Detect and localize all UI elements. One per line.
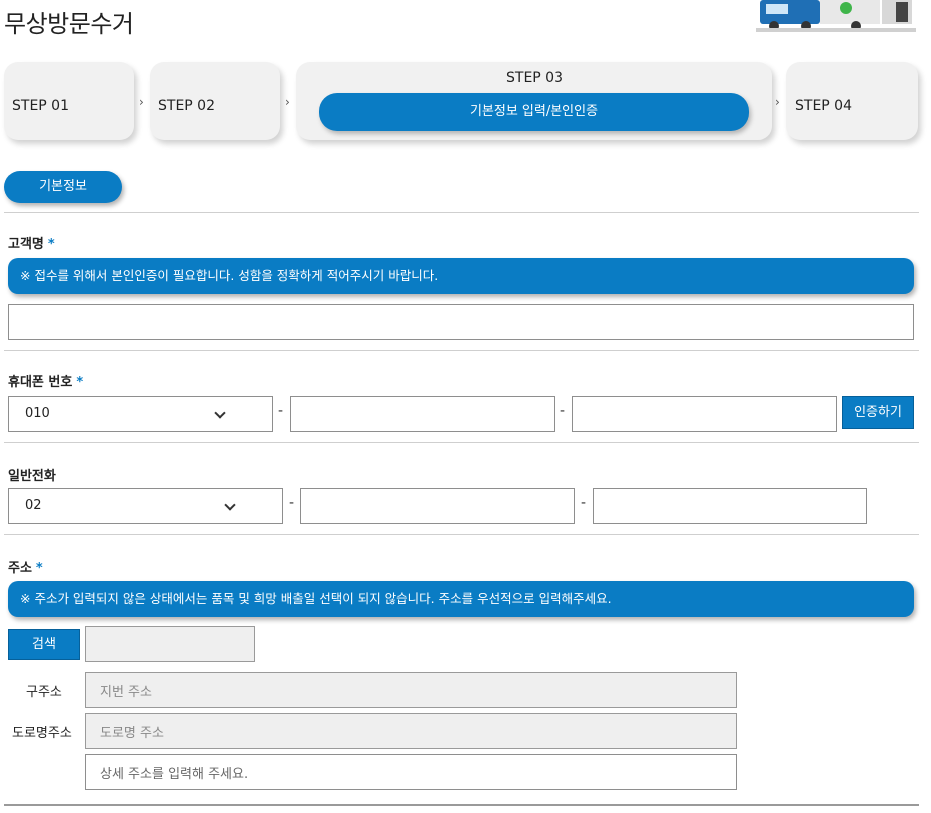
step-arrow-icon: › xyxy=(775,95,780,109)
page-title: 무상방문수거 xyxy=(4,10,134,38)
road-address-input[interactable]: 도로명 주소 xyxy=(85,713,737,749)
step-3-active: STEP 03 기본정보 입력/본인인증 xyxy=(296,62,772,140)
address-label-text: 주소 xyxy=(8,561,32,576)
detail-address-input[interactable]: 상세 주소를 입력해 주세요. xyxy=(85,754,737,790)
mobile-label-text: 휴대폰 번호 xyxy=(8,375,73,390)
required-mark: * xyxy=(35,561,43,576)
customer-name-label: 고객명 * xyxy=(8,233,55,252)
step-4-label: STEP 04 xyxy=(795,98,852,114)
customer-name-label-text: 고객명 xyxy=(8,237,44,252)
mobile-prefix-select[interactable]: 010 xyxy=(8,396,273,432)
required-mark: * xyxy=(47,237,55,252)
dash-separator: - xyxy=(278,403,284,419)
divider xyxy=(4,442,919,443)
required-mark: * xyxy=(76,375,84,390)
divider xyxy=(4,212,919,213)
phone-middle-input[interactable] xyxy=(300,488,575,524)
chevron-down-icon xyxy=(224,499,236,511)
divider xyxy=(4,350,919,351)
dash-separator: - xyxy=(289,495,295,511)
step-arrow-icon: › xyxy=(139,95,144,109)
dash-separator: - xyxy=(581,495,587,511)
old-address-input[interactable]: 지번 주소 xyxy=(85,672,737,708)
step-1-label: STEP 01 xyxy=(12,98,69,114)
mobile-middle-input[interactable] xyxy=(290,396,555,432)
divider xyxy=(4,534,919,535)
customer-notice: ※ 접수를 위해서 본인인증이 필요합니다. 성함을 정확하게 적어주시기 바랍… xyxy=(8,258,914,294)
step-4: STEP 04 xyxy=(786,62,918,140)
address-notice: ※ 주소가 입력되지 않은 상태에서는 품목 및 희망 배출일 선택이 되지 않… xyxy=(8,581,914,617)
mobile-label: 휴대폰 번호 * xyxy=(8,371,83,390)
customer-name-input[interactable] xyxy=(8,304,914,340)
truck-illustration xyxy=(756,0,916,32)
address-search-button[interactable]: 검색 xyxy=(8,629,80,660)
phone-last-input[interactable] xyxy=(593,488,867,524)
step-3-subtitle: 기본정보 입력/본인인증 xyxy=(319,93,749,131)
road-address-label: 도로명주소 xyxy=(12,726,72,741)
step-arrow-icon: › xyxy=(285,95,290,109)
postal-code-input[interactable] xyxy=(85,626,255,662)
step-2-label: STEP 02 xyxy=(158,98,215,114)
mobile-prefix-value: 010 xyxy=(25,406,50,421)
divider xyxy=(4,804,919,806)
phone-label: 일반전화 xyxy=(8,465,56,484)
step-2: STEP 02 xyxy=(150,62,280,140)
old-address-label: 구주소 xyxy=(26,685,62,700)
chevron-down-icon xyxy=(214,407,226,419)
phone-prefix-value: 02 xyxy=(25,498,42,513)
step-3-label: STEP 03 xyxy=(506,70,563,86)
phone-prefix-select[interactable]: 02 xyxy=(8,488,283,524)
phone-label-text: 일반전화 xyxy=(8,469,56,484)
dash-separator: - xyxy=(560,403,566,419)
mobile-last-input[interactable] xyxy=(572,396,837,432)
verify-button[interactable]: 인증하기 xyxy=(842,396,914,429)
section-basic-info: 기본정보 xyxy=(4,171,122,203)
step-1: STEP 01 xyxy=(4,62,134,140)
address-label: 주소 * xyxy=(8,557,43,576)
